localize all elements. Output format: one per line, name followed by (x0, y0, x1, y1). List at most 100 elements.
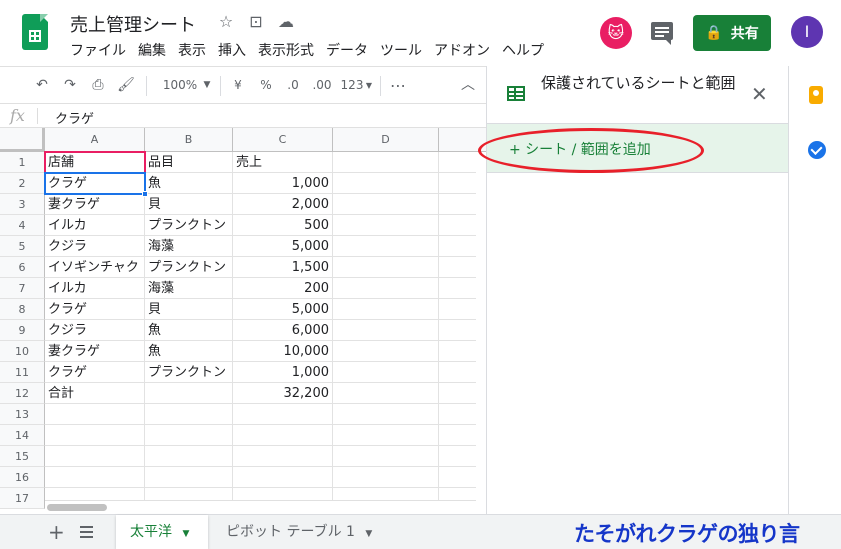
sheets-logo-icon[interactable] (22, 14, 48, 50)
cell-d12[interactable] (333, 383, 439, 404)
cell-d15[interactable] (333, 446, 439, 467)
cell-d14[interactable] (333, 425, 439, 446)
row-header[interactable]: 14 (0, 425, 45, 446)
cell-b13[interactable] (145, 404, 233, 425)
row-header[interactable]: 4 (0, 215, 45, 236)
row-header[interactable]: 15 (0, 446, 45, 467)
cell-b3[interactable]: 貝 (145, 194, 233, 215)
menu-data[interactable]: データ (326, 40, 368, 60)
cell-c15[interactable] (233, 446, 333, 467)
zoom-dropdown-icon[interactable]: ▼ (200, 67, 214, 104)
tab-pivot-table[interactable]: ピボット テーブル 1 ▼ (214, 515, 372, 549)
user-avatar[interactable]: I (791, 16, 823, 48)
cell-b1[interactable]: 品目 (145, 152, 233, 173)
currency-format-button[interactable]: ¥ (228, 67, 248, 104)
redo-icon[interactable]: ↷ (58, 67, 82, 104)
row-header[interactable]: 11 (0, 362, 45, 383)
cell-a5[interactable]: クジラ (45, 236, 145, 257)
paint-format-icon[interactable]: 🖌 (114, 67, 138, 104)
cell-d1[interactable] (333, 152, 439, 173)
share-button[interactable]: 🔒 共有 (693, 15, 771, 51)
cell-d6[interactable] (333, 257, 439, 278)
row-header[interactable]: 8 (0, 299, 45, 320)
cell-c3[interactable]: 2,000 (233, 194, 333, 215)
cell-c9[interactable]: 6,000 (233, 320, 333, 341)
collaborator-avatar[interactable]: 🐱 (600, 17, 632, 49)
menu-view[interactable]: 表示 (178, 40, 206, 60)
row-header[interactable]: 17 (0, 488, 45, 509)
cell-a9[interactable]: クジラ (45, 320, 145, 341)
row-header[interactable]: 2 (0, 173, 45, 194)
vertical-scrollbar[interactable] (476, 152, 486, 512)
cell-a3[interactable]: 妻クラゲ (45, 194, 145, 215)
scroll-thumb[interactable] (47, 504, 107, 511)
cell-a4[interactable]: イルカ (45, 215, 145, 236)
column-header-b[interactable]: B (145, 128, 233, 152)
row-header[interactable]: 7 (0, 278, 45, 299)
document-title[interactable]: 売上管理シート (70, 11, 196, 37)
menu-help[interactable]: ヘルプ (502, 40, 544, 60)
menu-format[interactable]: 表示形式 (258, 40, 314, 60)
increase-decimal-button[interactable]: .00 (308, 67, 336, 104)
cell-b9[interactable]: 魚 (145, 320, 233, 341)
more-options-button[interactable]: ⋯ (386, 67, 410, 104)
spreadsheet-grid[interactable]: A B C D 1 店舗 品目 売上 2 クラゲ魚 1,000 3 妻クラゲ貝 2,000 4 イルカ プランク… (0, 128, 486, 514)
cell-c1[interactable]: 売上 (233, 152, 333, 173)
all-sheets-icon[interactable] (80, 526, 93, 541)
tab-dropdown-icon[interactable]: ▼ (365, 529, 372, 539)
cell-a15[interactable] (45, 446, 145, 467)
cell-d4[interactable] (333, 215, 439, 236)
cell-c13[interactable] (233, 404, 333, 425)
add-sheet-range-button[interactable]: + シート / 範囲を追加 (478, 123, 788, 173)
row-header[interactable]: 6 (0, 257, 45, 278)
cell-c10[interactable]: 10,000 (233, 341, 333, 362)
row-header[interactable]: 16 (0, 467, 45, 488)
row-header[interactable]: 9 (0, 320, 45, 341)
cell-a13[interactable] (45, 404, 145, 425)
cell-a11[interactable]: クラゲ (45, 362, 145, 383)
cell-d3[interactable] (333, 194, 439, 215)
cell-b8[interactable]: 貝 (145, 299, 233, 320)
horizontal-scrollbar[interactable] (45, 500, 476, 514)
menu-insert[interactable]: 挿入 (218, 40, 246, 60)
cell-d10[interactable] (333, 341, 439, 362)
move-folder-icon[interactable]: ⊡ (246, 12, 266, 31)
cell-b6[interactable]: プランクトン (145, 257, 233, 278)
comment-icon[interactable] (651, 22, 673, 45)
cell-a12[interactable]: 合計 (45, 383, 145, 404)
cell-d8[interactable] (333, 299, 439, 320)
row-header[interactable]: 13 (0, 404, 45, 425)
cell-d16[interactable] (333, 467, 439, 488)
column-header-c[interactable]: C (233, 128, 333, 152)
tab-pacific[interactable]: 太平洋 ▼ (116, 515, 208, 549)
tasks-icon[interactable] (808, 141, 826, 159)
cell-a14[interactable] (45, 425, 145, 446)
cell-a1[interactable]: 店舗 (45, 152, 145, 173)
decrease-decimal-button[interactable]: .0 (282, 67, 304, 104)
cell-b14[interactable] (145, 425, 233, 446)
cell-a10[interactable]: 妻クラゲ (45, 341, 145, 362)
keep-icon[interactable] (809, 86, 823, 104)
column-header-a[interactable]: A (45, 128, 145, 152)
row-header[interactable]: 5 (0, 236, 45, 257)
cell-c8[interactable]: 5,000 (233, 299, 333, 320)
close-icon[interactable]: ✕ (751, 82, 768, 106)
cell-c6[interactable]: 1,500 (233, 257, 333, 278)
format-dropdown-icon[interactable]: ▼ (364, 67, 374, 104)
formula-input[interactable]: クラゲ (55, 108, 94, 127)
cell-a6[interactable]: イソギンチャク (45, 257, 145, 278)
cell-c16[interactable] (233, 467, 333, 488)
cell-b7[interactable]: 海藻 (145, 278, 233, 299)
cell-a7[interactable]: イルカ (45, 278, 145, 299)
cell-d2[interactable] (333, 173, 439, 194)
cell-a16[interactable] (45, 467, 145, 488)
cell-b12[interactable] (145, 383, 233, 404)
row-header[interactable]: 3 (0, 194, 45, 215)
cell-d9[interactable] (333, 320, 439, 341)
row-header[interactable]: 1 (0, 152, 45, 173)
add-sheet-icon[interactable]: + (48, 521, 65, 543)
row-header[interactable]: 10 (0, 341, 45, 362)
menu-edit[interactable]: 編集 (138, 40, 166, 60)
more-formats-button[interactable]: 123 (338, 67, 366, 104)
cell-c7[interactable]: 200 (233, 278, 333, 299)
